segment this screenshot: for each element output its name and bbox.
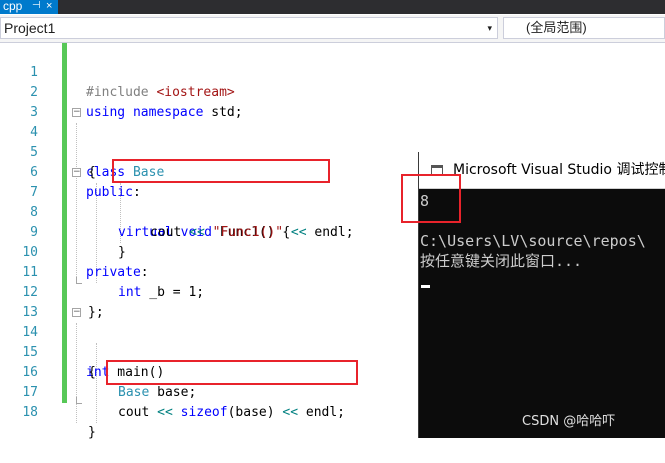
highlight-box-sizeof <box>106 360 358 385</box>
chevron-down-icon[interactable]: ▾ <box>487 18 492 38</box>
code-line: 3 <box>0 83 665 120</box>
code-line: 2 using namespace std; <box>0 63 665 120</box>
document-tab[interactable]: cpp ⊣ × <box>0 0 58 14</box>
collapse-icon[interactable]: − <box>72 308 81 317</box>
code-line: 4 − class Base <box>0 103 665 181</box>
console-line: 按任意键关闭此窗口... <box>420 252 583 270</box>
scope-label: (全局范围) <box>526 20 587 35</box>
project-name: Project1 <box>4 20 56 36</box>
tab-label: cpp <box>3 0 23 13</box>
console-line: C:\Users\LV\source\repos\ <box>420 232 646 250</box>
fold-end-marker <box>76 397 82 404</box>
scope-dropdown[interactable]: (全局范围) <box>503 17 665 39</box>
fold-end-marker <box>76 277 82 284</box>
text-cursor <box>421 285 430 288</box>
navigation-bar: Project1 ▾ (全局范围) <box>0 15 665 43</box>
code-line: 1 #include <iostream> <box>0 43 665 100</box>
watermark: CSDN @哈哈吓 <box>522 414 616 429</box>
document-tab-strip: cpp ⊣ × <box>0 0 665 14</box>
line-number: 18 <box>22 405 38 420</box>
console-title: Microsoft Visual Studio 调试控制台 <box>453 162 665 178</box>
highlight-box-virtual-func <box>112 159 330 183</box>
code-line: 5 { <box>0 123 665 180</box>
close-icon[interactable]: × <box>46 0 52 12</box>
collapse-icon[interactable]: − <box>72 168 81 177</box>
pin-icon[interactable]: ⊣ <box>32 0 41 12</box>
collapse-icon[interactable]: − <box>72 108 81 117</box>
highlight-box-output <box>401 174 461 223</box>
project-dropdown[interactable]: Project1 ▾ <box>0 17 498 39</box>
